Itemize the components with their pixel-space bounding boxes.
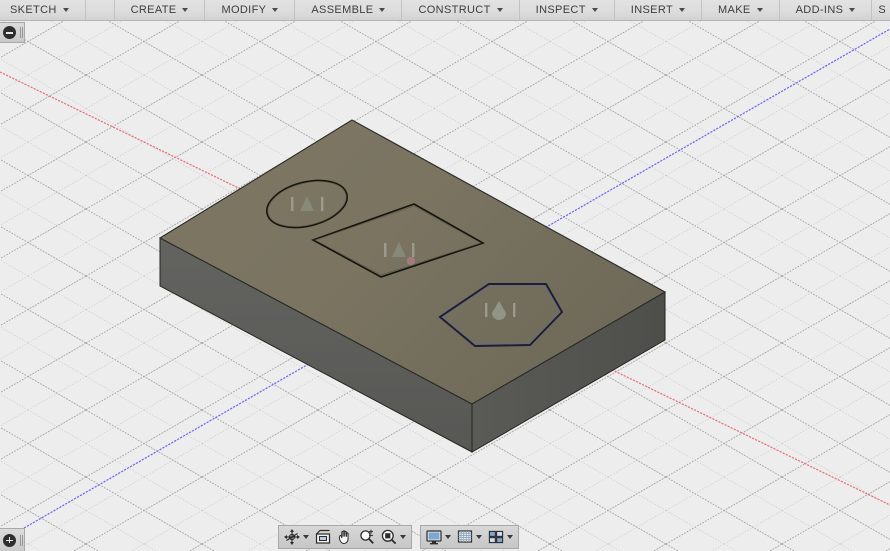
- viewports-icon: [488, 530, 504, 544]
- zoom-button[interactable]: [356, 527, 378, 547]
- orbit-button[interactable]: [281, 527, 303, 547]
- grid-icon: [457, 530, 473, 543]
- toolbar-label-assemble: ASSEMBLE: [311, 4, 374, 16]
- chevron-down-icon: [62, 8, 69, 12]
- viewport-layout-button[interactable]: [485, 527, 507, 547]
- toolbar-item-select[interactable]: S: [872, 0, 890, 20]
- chevron-down-icon: [591, 8, 598, 12]
- toolbar-label-create: CREATE: [130, 4, 177, 16]
- toolbar-item-insert[interactable]: INSERT: [615, 0, 703, 20]
- monitor-icon: [426, 530, 442, 545]
- toolbar-item-assemble[interactable]: ASSEMBLE: [295, 0, 403, 20]
- chevron-down-icon: [679, 8, 686, 12]
- display-settings-caret-icon[interactable]: [445, 535, 451, 539]
- plus-circle-icon: [3, 533, 16, 547]
- viewport-layout-caret-icon[interactable]: [507, 535, 513, 539]
- toolbar-label-sketch: SKETCH: [10, 4, 57, 16]
- toolbar-item-create[interactable]: CREATE: [115, 0, 206, 20]
- grid-and-snaps-caret-icon[interactable]: [476, 535, 482, 539]
- pan-button[interactable]: [334, 527, 356, 547]
- look-at-icon: [315, 529, 331, 544]
- navigation-bar[interactable]: [278, 525, 519, 549]
- toolbar-item-sketch[interactable]: SKETCH: [0, 0, 86, 20]
- toolbar-label-modify: MODIFY: [221, 4, 267, 16]
- chevron-down-icon: [756, 8, 763, 12]
- main-toolbar[interactable]: SKETCH CREATE MODIFY ASSEMBLE CONSTRUCT …: [0, 0, 890, 21]
- browser-expand-button[interactable]: [0, 528, 25, 551]
- pan-hand-icon: [338, 530, 349, 544]
- chevron-down-icon: [379, 8, 386, 12]
- marker-origin-point[interactable]: [406, 256, 416, 266]
- toolbar-label-construct: CONSTRUCT: [418, 4, 491, 16]
- browser-collapse-button[interactable]: [0, 22, 25, 43]
- chevron-down-icon: [272, 8, 279, 12]
- canvas-viewport[interactable]: [0, 0, 890, 551]
- look-at-button[interactable]: [312, 527, 334, 547]
- toolbar-item-modify[interactable]: MODIFY: [205, 0, 296, 20]
- toolbar-label-inspect: INSPECT: [535, 4, 586, 16]
- chevron-down-icon: [182, 8, 189, 12]
- drag-grip-icon[interactable]: [20, 534, 24, 546]
- fit-button[interactable]: [378, 527, 400, 547]
- chevron-down-icon: [496, 8, 503, 12]
- toolbar-label-add-ins: ADD-INS: [795, 4, 844, 16]
- zoom-fit-icon: [381, 529, 397, 545]
- toolbar-item-make[interactable]: MAKE: [702, 0, 780, 20]
- toolbar-label-make: MAKE: [718, 4, 751, 16]
- zoom-icon: [360, 529, 374, 544]
- orbit-icon: [284, 529, 300, 545]
- toolbar-item-inspect[interactable]: INSPECT: [520, 0, 615, 20]
- toolbar-item-construct[interactable]: CONSTRUCT: [402, 0, 520, 20]
- nav-group-display-tools[interactable]: [420, 525, 519, 549]
- toolbar-label-insert: INSERT: [630, 4, 674, 16]
- fit-dropdown-caret-icon[interactable]: [400, 535, 406, 539]
- chevron-down-icon: [849, 8, 856, 12]
- toolbar-gap: [86, 0, 115, 20]
- minus-circle-icon: [3, 26, 16, 39]
- orbit-dropdown-caret-icon[interactable]: [303, 535, 309, 539]
- nav-group-view-tools[interactable]: [278, 525, 412, 549]
- display-settings-button[interactable]: [423, 527, 445, 547]
- model-body-group[interactable]: [0, 0, 890, 551]
- drag-grip-icon[interactable]: [20, 27, 24, 38]
- toolbar-item-add-ins[interactable]: ADD-INS: [780, 0, 873, 20]
- grid-and-snaps-button[interactable]: [454, 527, 476, 547]
- toolbar-label-select: S: [878, 4, 886, 16]
